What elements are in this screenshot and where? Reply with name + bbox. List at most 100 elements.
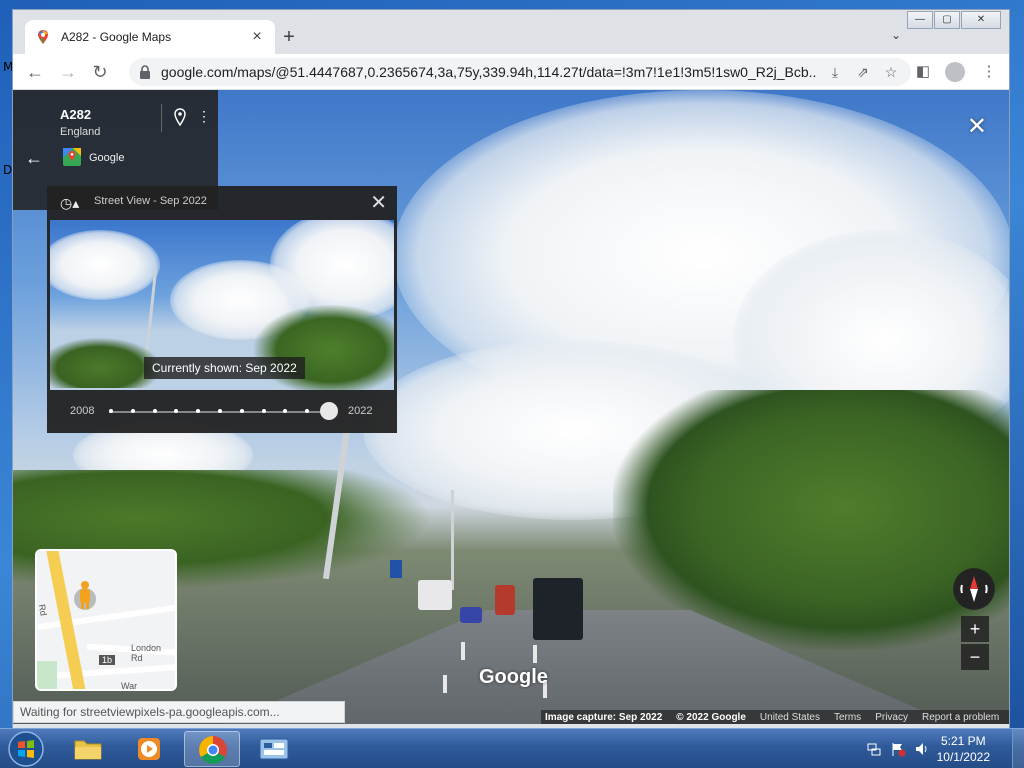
taskbar-chrome[interactable] <box>184 731 240 767</box>
footer-link-privacy[interactable]: Privacy <box>875 712 908 723</box>
pegman-icon[interactable] <box>73 579 97 615</box>
status-bubble: Waiting for streetviewpixels-pa.googleap… <box>13 701 345 723</box>
minimap-junction-badge: 1b <box>99 655 116 665</box>
history-clock-icon[interactable]: ◷▴ <box>60 195 79 212</box>
divider <box>161 104 162 132</box>
exit-street-view-close-icon[interactable]: ✕ <box>967 112 987 141</box>
browser-window: A282 - Google Maps × + ⌄ — ▢ ✕ ← → ↻ goo… <box>12 9 1010 730</box>
back-arrow-icon[interactable]: ← <box>25 148 43 169</box>
forward-button[interactable]: → <box>56 60 80 84</box>
lamp-post <box>451 490 454 590</box>
minimap-park <box>37 661 57 689</box>
zoom-in-button[interactable]: + <box>961 616 989 642</box>
car <box>460 607 482 623</box>
compass-icon[interactable] <box>953 568 995 610</box>
start-button-windows-icon[interactable] <box>4 730 48 768</box>
taskbar-control-panel[interactable] <box>246 731 302 767</box>
cloud <box>50 230 160 300</box>
avatar-icon <box>945 62 965 82</box>
truck <box>495 585 515 615</box>
side-panel-icon[interactable]: ◧ <box>911 60 935 84</box>
address-bar[interactable]: google.com/maps/@51.4447687,0.2365674,3a… <box>129 58 911 86</box>
clock-time: 5:21 PM <box>940 734 986 748</box>
timeline-dot[interactable] <box>109 409 113 413</box>
media-player-icon <box>138 738 160 760</box>
google-maps-favicon-icon <box>38 30 48 44</box>
tab-title: A282 - Google Maps <box>61 30 172 44</box>
minimap-road-label: London Rd <box>131 643 162 663</box>
clock-date: 10/1/2022 <box>936 750 990 764</box>
timeline-handle[interactable] <box>320 402 338 420</box>
lane-marking <box>461 642 465 660</box>
tab-close-icon[interactable]: × <box>249 28 265 46</box>
location-subtitle: England <box>60 126 101 138</box>
taskbar-explorer[interactable] <box>60 731 116 767</box>
control-panel-icon <box>259 738 289 760</box>
time-travel-panel: ◷▴ Street View - Sep 2022 ✕ Currently sh… <box>47 186 397 433</box>
share-icon[interactable]: ⇗ <box>853 64 873 81</box>
map-footer: Image capture: Sep 2022 © 2022 Google Un… <box>541 710 1009 724</box>
truck <box>418 580 452 610</box>
profile-avatar[interactable] <box>943 60 967 84</box>
truck <box>533 578 583 640</box>
timeline-dot[interactable] <box>261 409 266 413</box>
minimap-road-label: War <box>121 681 138 691</box>
map-pin-icon[interactable] <box>173 108 187 126</box>
timeline-close-icon[interactable]: ✕ <box>370 190 387 215</box>
footer-link-report[interactable]: Report a problem <box>922 712 999 723</box>
window-controls: — ▢ ✕ <box>907 11 1001 29</box>
browser-tab[interactable]: A282 - Google Maps × <box>25 20 275 54</box>
minimap[interactable]: London Rd Rd 1b War <box>35 549 177 691</box>
google-watermark: Google <box>479 666 548 688</box>
browser-toolbar: ← → ↻ google.com/maps/@51.4447687,0.2365… <box>13 54 1009 90</box>
url-text[interactable]: google.com/maps/@51.4447687,0.2365674,3a… <box>161 64 817 80</box>
timeline-preview-image[interactable]: Currently shown: Sep 2022 <box>50 220 394 390</box>
location-title: A282 <box>60 107 92 122</box>
volume-icon[interactable] <box>914 741 930 757</box>
tab-strip: A282 - Google Maps × + ⌄ — ▢ ✕ <box>13 10 1009 54</box>
show-desktop-button[interactable] <box>1012 729 1024 768</box>
timeline-start-year: 2008 <box>70 405 95 417</box>
currently-shown-label: Currently shown: Sep 2022 <box>144 357 305 379</box>
timeline-dot[interactable] <box>130 409 135 413</box>
tab-search-chevron-icon[interactable]: ⌄ <box>891 28 901 42</box>
timeline-dot[interactable] <box>218 409 222 413</box>
zoom-out-button[interactable]: − <box>961 644 989 670</box>
road-sign <box>390 560 402 578</box>
image-capture-date: Image capture: Sep 2022 <box>545 711 663 723</box>
minimize-button[interactable]: — <box>907 11 933 29</box>
bookmark-star-icon[interactable]: ☆ <box>881 64 901 81</box>
network-icon[interactable] <box>866 741 882 757</box>
lane-marking <box>443 675 447 693</box>
new-tab-button[interactable]: + <box>275 24 303 50</box>
browser-menu-icon[interactable]: ⋮ <box>977 60 1001 84</box>
imagery-source: Google <box>89 152 125 164</box>
timeline-title: Street View - Sep 2022 <box>94 195 207 207</box>
action-center-flag-icon[interactable] <box>890 741 906 757</box>
timeline-end-year: 2022 <box>348 405 373 417</box>
close-window-button[interactable]: ✕ <box>961 11 1001 29</box>
lock-icon <box>140 65 150 79</box>
lane-marking <box>533 645 537 663</box>
timeline-slider[interactable]: 2008 2022 <box>47 400 397 426</box>
timeline-dot[interactable] <box>152 409 157 413</box>
system-clock[interactable]: 5:21 PM 10/1/2022 <box>937 733 990 765</box>
back-button[interactable]: ← <box>23 60 47 84</box>
copyright: © 2022 Google <box>676 711 746 723</box>
chrome-icon <box>199 736 227 764</box>
more-options-icon[interactable]: ⋮ <box>197 108 211 125</box>
reload-button[interactable]: ↻ <box>88 60 112 84</box>
footer-link-region[interactable]: United States <box>760 712 820 723</box>
google-maps-logo-icon <box>63 148 81 166</box>
minimap-road-label: Rd <box>36 603 49 617</box>
desktop-icon-label: D <box>3 163 13 177</box>
install-app-icon[interactable]: ⤓ <box>825 64 845 81</box>
taskbar: 5:21 PM 10/1/2022 <box>0 728 1024 768</box>
minimap-road <box>37 664 175 680</box>
taskbar-media-player[interactable] <box>122 731 178 767</box>
folder-icon <box>74 740 102 760</box>
footer-link-terms[interactable]: Terms <box>834 712 861 723</box>
street-view-canvas[interactable]: ✕ ← A282 England ⋮ Google ◷▴ Street View… <box>13 90 1009 730</box>
maximize-button[interactable]: ▢ <box>934 11 960 29</box>
timeline-dot[interactable] <box>239 409 244 413</box>
